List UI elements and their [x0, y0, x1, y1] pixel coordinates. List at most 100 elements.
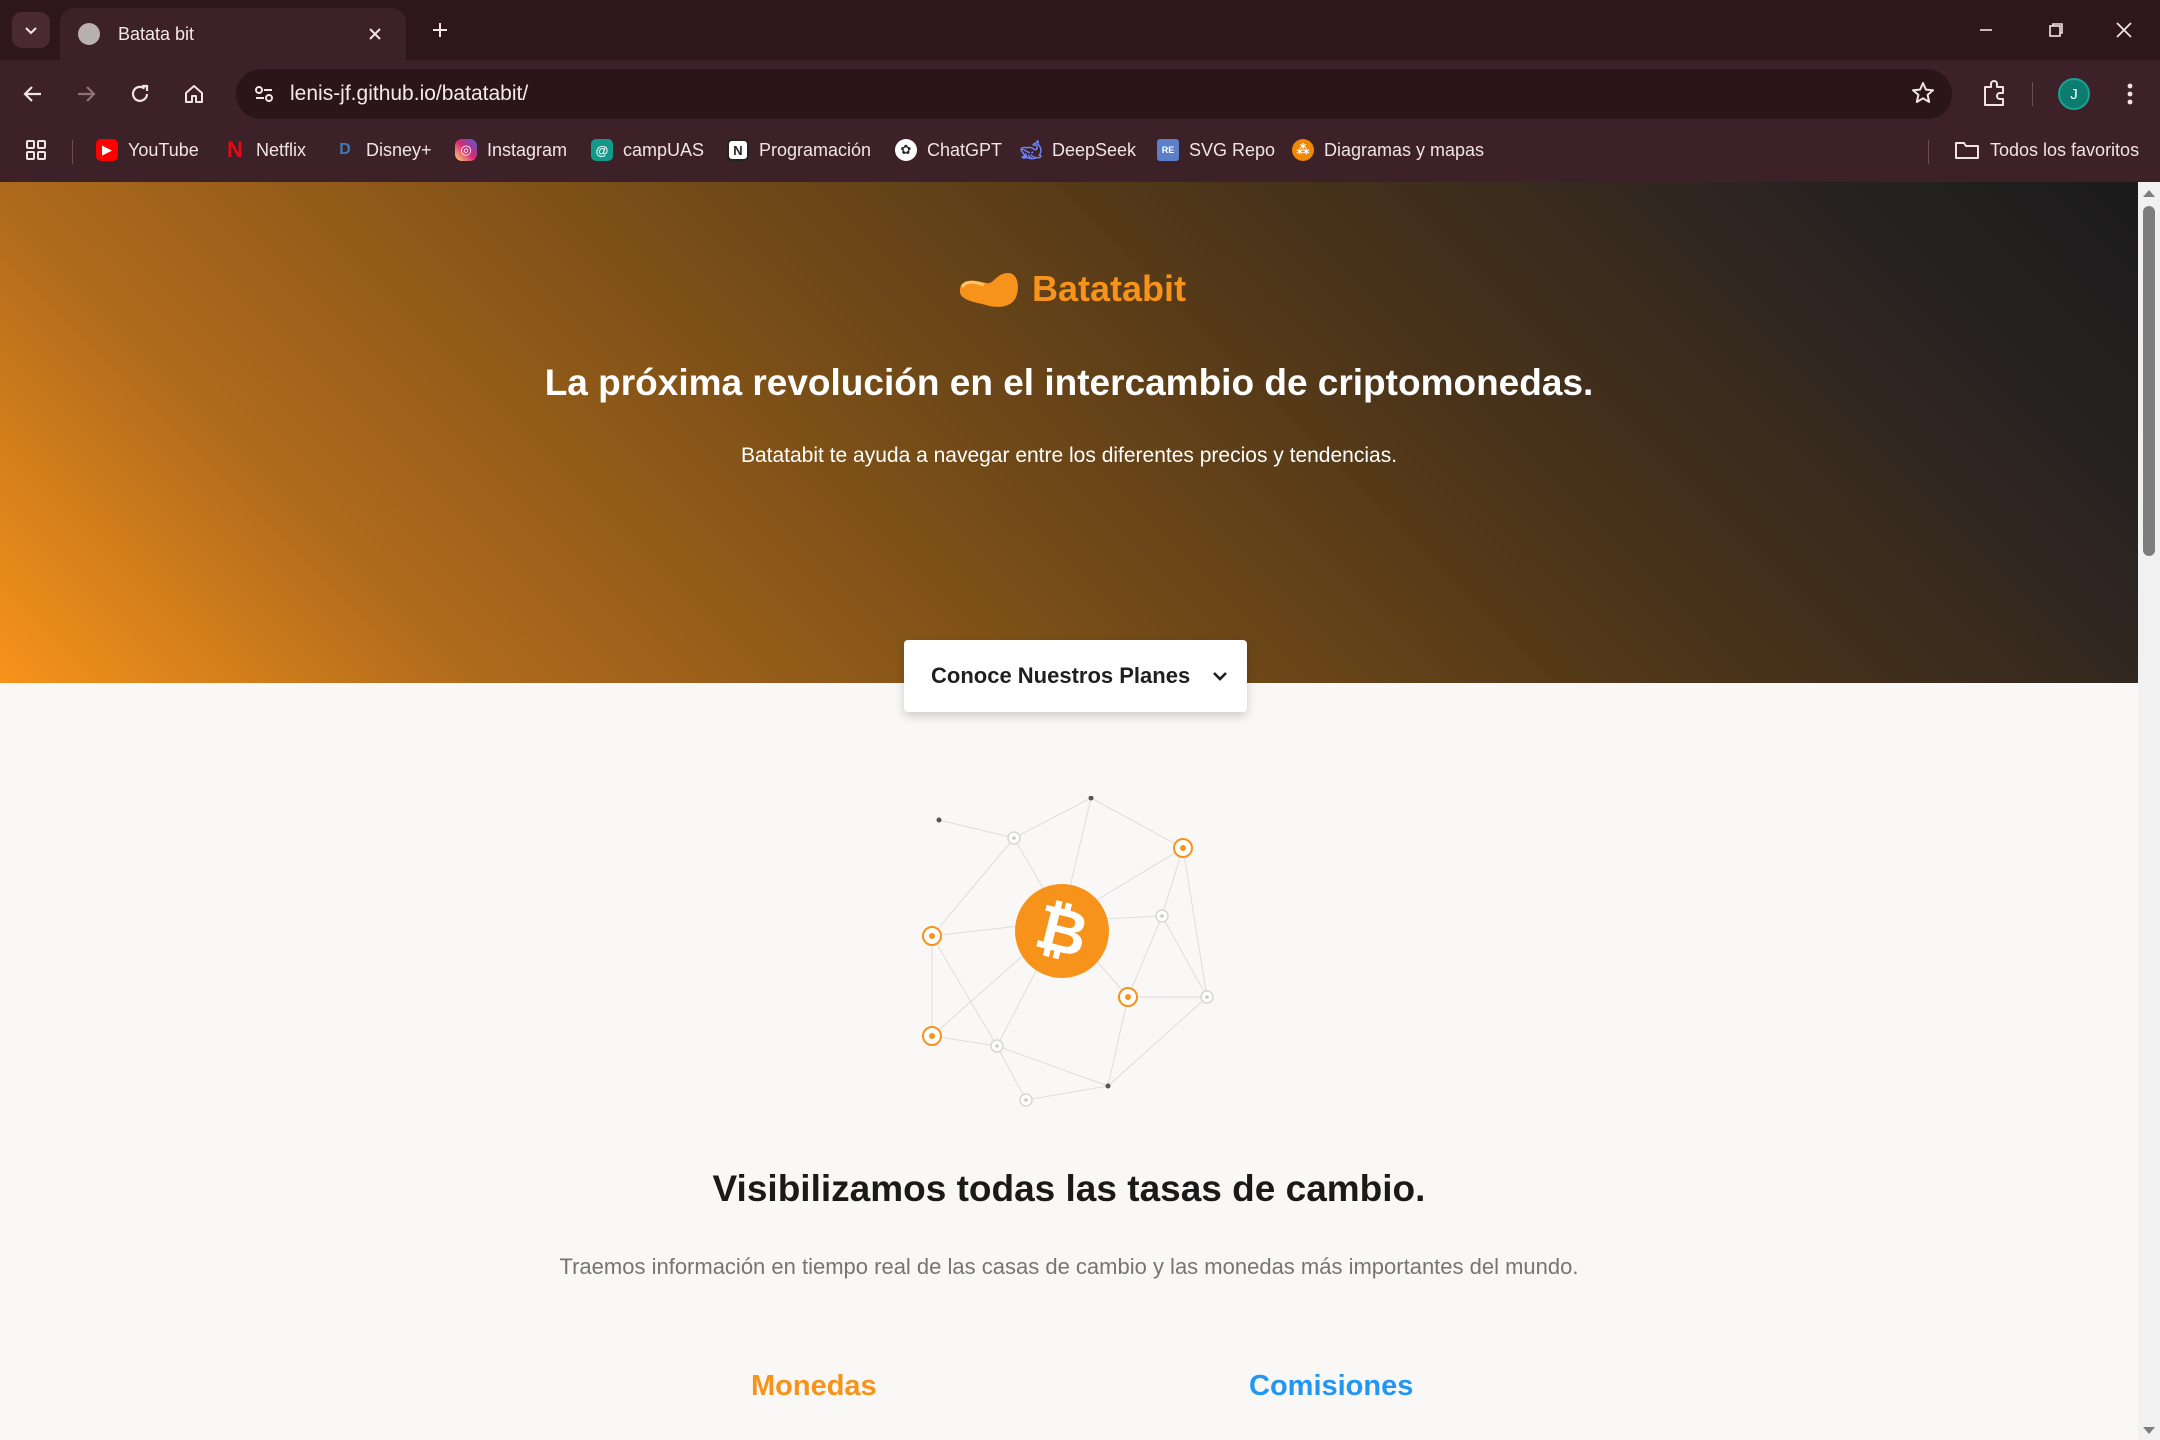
instagram-icon: ◎: [455, 139, 477, 161]
home-icon: [185, 85, 203, 103]
forward-button[interactable]: [66, 74, 106, 114]
network-node-grey: [990, 831, 1214, 1107]
close-icon: [369, 28, 381, 40]
bookmark-instagram[interactable]: ◎ Instagram: [455, 134, 567, 166]
bookmark-label: DeepSeek: [1052, 139, 1137, 160]
plans-button[interactable]: Conoce Nuestros Planes: [904, 640, 1247, 712]
hero-subtitle: Batatabit te ayuda a navegar entre los d…: [740, 444, 1398, 467]
bookmarks-bar: ▶ YouTube N Netflix D Disney+ ◎ Instagra…: [0, 130, 2160, 170]
extensions-button[interactable]: [1974, 74, 2014, 119]
page-content: Batatabit La próxima revolución en el in…: [0, 182, 2138, 1440]
apps-grid-icon: [26, 140, 46, 160]
apps-button[interactable]: [24, 134, 48, 166]
url-text: lenis-jf.github.io/batatabit/: [290, 82, 529, 105]
bookmark-chatgpt[interactable]: ✿ ChatGPT: [895, 134, 1002, 166]
bookmarks-divider: [1928, 140, 1929, 164]
tab-close-button[interactable]: [362, 21, 388, 47]
restore-icon: [2049, 23, 2063, 37]
bookmarks-divider: [72, 140, 73, 164]
section-title: Visibilizamos todas las tasas de cambio.: [712, 1168, 1426, 1209]
page-scrollbar[interactable]: [2138, 182, 2160, 1440]
reload-icon: [131, 84, 149, 102]
back-button[interactable]: [13, 74, 53, 114]
home-button[interactable]: [174, 74, 214, 114]
globe-icon: [78, 23, 100, 45]
network-node: [1088, 796, 1094, 801]
more-vertical-icon: [2127, 83, 2133, 105]
puzzle-icon: [1984, 80, 2004, 106]
profile-avatar[interactable]: J: [2058, 78, 2090, 110]
chevron-down-icon: [1213, 672, 1228, 681]
toolbar-divider: [2032, 82, 2033, 106]
scroll-up-arrow-icon[interactable]: [2142, 188, 2156, 198]
active-tab[interactable]: Batata bit: [60, 8, 406, 60]
bookmark-campuas[interactable]: @ campUAS: [591, 134, 704, 166]
restore-button[interactable]: [2034, 10, 2078, 50]
star-icon: [1912, 82, 1934, 103]
new-tab-button[interactable]: [424, 14, 456, 46]
network-node-grey-dots: [995, 836, 1209, 1102]
scrollbar-thumb[interactable]: [2143, 206, 2155, 556]
bookmark-label: Diagramas y mapas: [1324, 139, 1485, 160]
close-icon: [2116, 22, 2132, 38]
reload-button[interactable]: [120, 74, 160, 114]
minimize-icon: [1980, 29, 1992, 31]
network-node: [936, 817, 942, 823]
browser-chrome: Batata bit lenis-jf.github.io/batatabit/…: [0, 0, 2160, 182]
bookmark-programacion[interactable]: N Programación: [727, 134, 871, 166]
bookmark-label: ChatGPT: [927, 139, 1003, 160]
batata-logo-icon: [959, 273, 1018, 307]
disney-icon: D: [339, 141, 351, 158]
scroll-down-arrow-icon[interactable]: [2142, 1426, 2156, 1436]
tab-title: Batata bit: [118, 23, 195, 44]
tab-commissions[interactable]: Comisiones: [1249, 1370, 1413, 1403]
arrow-left-icon: [23, 86, 41, 102]
site-info-button[interactable]: [246, 76, 282, 112]
svgrepo-icon: RE: [1157, 139, 1179, 161]
network-node: [1105, 1083, 1111, 1089]
bookmark-svgrepo[interactable]: RE SVG Repo: [1157, 134, 1275, 166]
bookmark-label: Netflix: [256, 139, 307, 160]
browser-toolbar: lenis-jf.github.io/batatabit/ J: [0, 66, 2160, 122]
bookmark-star-button[interactable]: [1910, 80, 1936, 111]
plans-button-label: Conoce Nuestros Planes: [931, 663, 1191, 688]
hero-header: Batatabit La próxima revolución en el in…: [0, 182, 2138, 683]
bookmark-label: Programación: [759, 139, 872, 160]
bookmark-disney[interactable]: D Disney+: [334, 134, 432, 166]
chevron-down-icon: [25, 27, 37, 35]
plus-icon: [433, 23, 447, 37]
tune-icon: [255, 86, 273, 102]
menu-button[interactable]: [2110, 74, 2150, 119]
close-window-button[interactable]: [2102, 10, 2146, 50]
bookmark-label: Disney+: [366, 139, 432, 160]
youtube-icon: ▶: [96, 139, 118, 161]
bookmark-label: Instagram: [487, 139, 568, 160]
all-bookmarks-folder[interactable]: Todos los favoritos: [1954, 134, 2139, 166]
site-logo[interactable]: Batatabit: [956, 268, 1186, 310]
bookmark-netflix[interactable]: N Netflix: [224, 134, 306, 166]
bookmark-label: SVG Repo: [1189, 139, 1276, 160]
bitcoin-network-illustration: ₿: [922, 796, 1214, 1107]
bookmark-youtube[interactable]: ▶ YouTube: [96, 134, 199, 166]
bookmark-label: campUAS: [623, 139, 705, 160]
tab-strip: Batata bit: [0, 0, 2160, 60]
folder-icon: [1955, 142, 1979, 159]
address-bar[interactable]: lenis-jf.github.io/batatabit/: [236, 69, 1952, 119]
netflix-icon: N: [227, 137, 243, 162]
minimize-button[interactable]: [1964, 10, 2008, 50]
arrow-right-icon: [78, 86, 96, 102]
bookmark-label: YouTube: [128, 139, 199, 160]
bookmark-diagramas[interactable]: ⁂ Diagramas y mapas: [1292, 134, 1484, 166]
chatgpt-icon: ✿: [895, 139, 917, 161]
tab-search-button[interactable]: [12, 12, 50, 48]
tab-coins[interactable]: Monedas: [751, 1370, 877, 1403]
diagrams-icon: ⁂: [1292, 139, 1314, 161]
campuas-icon: @: [591, 139, 613, 161]
hero-title: La próxima revolución en el intercambio …: [544, 362, 1594, 403]
bitcoin-icon: ₿: [1015, 884, 1109, 978]
logo-text: Batatabit: [1032, 268, 1187, 309]
bookmark-deepseek[interactable]: 🐋︎ DeepSeek: [1020, 134, 1136, 166]
bookmark-label: Todos los favoritos: [1990, 139, 2140, 160]
deepseek-icon: 🐋︎: [1019, 139, 1043, 160]
section-subtitle: Traemos información en tiempo real de la…: [559, 1254, 1579, 1279]
